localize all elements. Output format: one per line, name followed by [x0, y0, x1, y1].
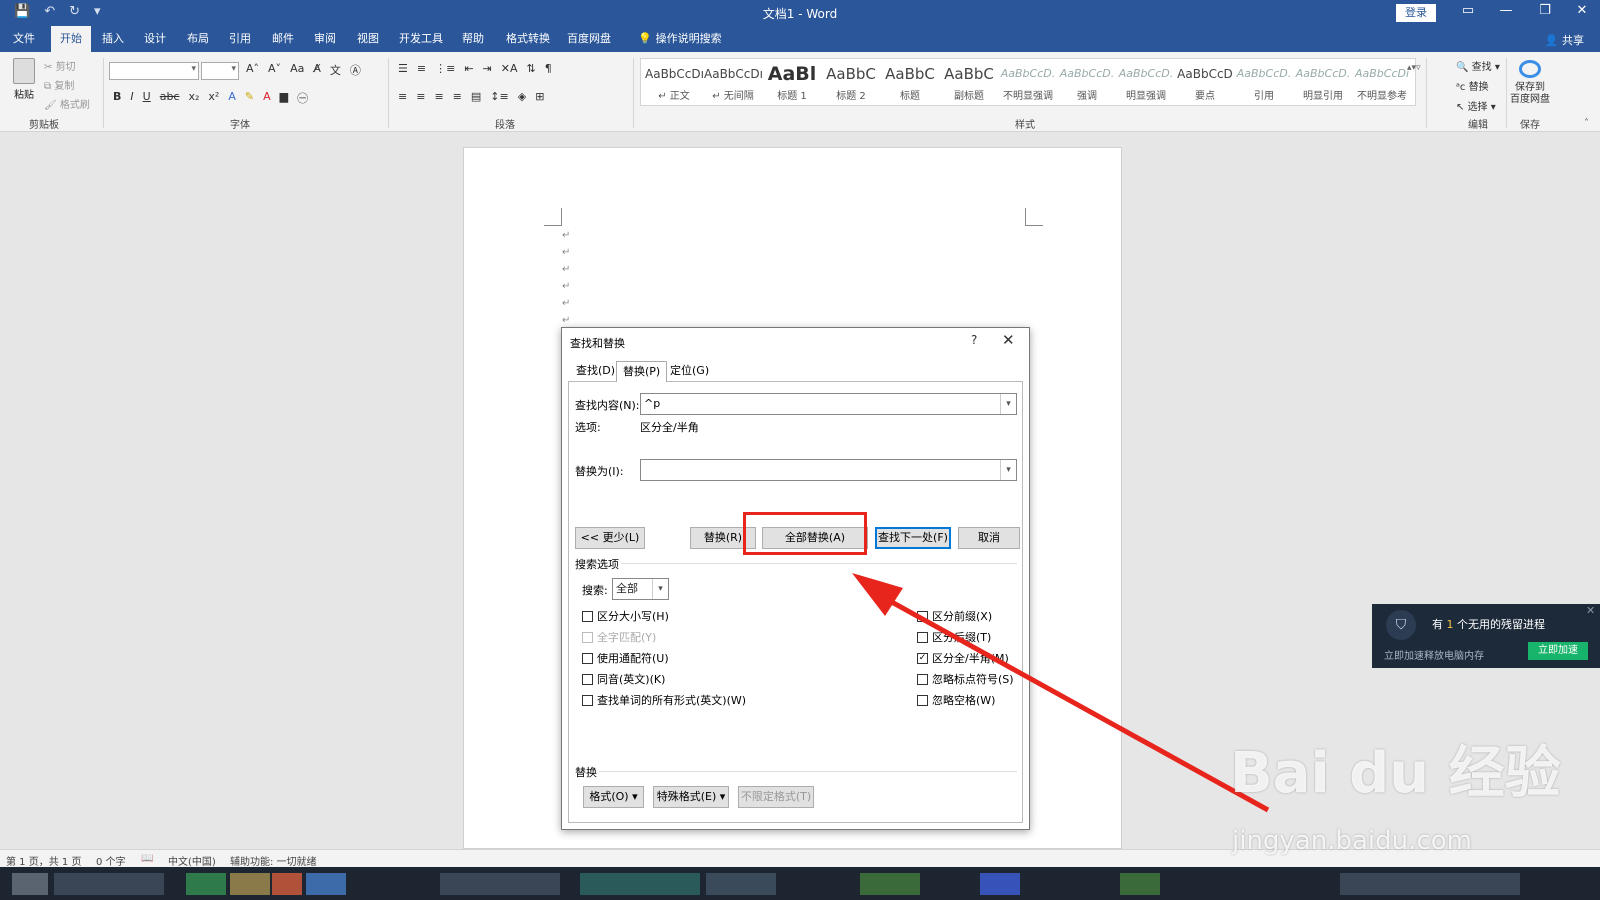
shield-icon: ⛉ — [1386, 610, 1416, 640]
accessibility-status[interactable]: 辅助功能: 一切就绪 — [230, 853, 317, 868]
notification-subtext: 立即加速释放电脑内存 — [1384, 651, 1484, 662]
watermark: Bai du 经验 — [1230, 741, 1561, 806]
taskbar-app[interactable] — [580, 873, 700, 895]
taskbar-app[interactable] — [306, 873, 346, 895]
notification-message: 有 1 个无用的残留进程 — [1432, 618, 1545, 631]
start-icon[interactable] — [12, 873, 48, 895]
close-icon[interactable]: ✕ — [1586, 604, 1595, 617]
taskbar-app[interactable] — [54, 873, 164, 895]
proofing-icon[interactable]: 📖 — [141, 853, 153, 864]
speed-up-button[interactable]: 立即加速 — [1528, 642, 1588, 660]
taskbar-app[interactable] — [230, 873, 270, 895]
taskbar-app[interactable] — [860, 873, 920, 895]
page-count[interactable]: 第 1 页，共 1 页 — [6, 853, 81, 868]
taskbar-app[interactable] — [980, 873, 1020, 895]
system-tray[interactable] — [1340, 873, 1520, 895]
arrow-shaft — [868, 587, 1270, 813]
taskbar-app[interactable] — [186, 873, 226, 895]
taskbar — [0, 867, 1600, 900]
language[interactable]: 中文(中国) — [168, 853, 216, 868]
taskbar-app[interactable] — [440, 873, 560, 895]
arrow-head — [852, 573, 903, 616]
word-count[interactable]: 0 个字 — [96, 853, 126, 868]
taskbar-app[interactable] — [272, 873, 302, 895]
tab-replace[interactable]: 替换(P) — [616, 361, 668, 382]
cleanup-notification: ⛉ 有 1 个无用的残留进程 立即加速释放电脑内存 立即加速 ✕ — [1372, 604, 1600, 668]
taskbar-app[interactable] — [1120, 873, 1160, 895]
taskbar-app[interactable] — [706, 873, 776, 895]
watermark-url: jingyan.baidu.com — [1232, 826, 1472, 856]
